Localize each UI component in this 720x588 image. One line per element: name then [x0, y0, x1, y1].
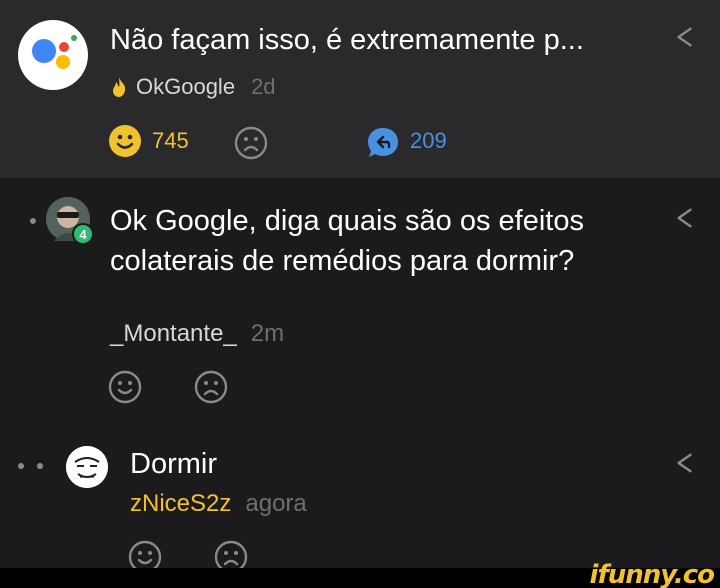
assistant-dot-green	[71, 35, 77, 41]
assistant-dot-yellow	[56, 55, 70, 69]
frown-icon[interactable]	[194, 370, 228, 404]
smile-icon[interactable]	[108, 124, 142, 158]
post-author[interactable]: OkGoogle	[136, 74, 235, 100]
thread-bullet	[37, 463, 43, 469]
avatar[interactable]: 4	[46, 197, 94, 245]
avatar[interactable]	[66, 446, 108, 488]
share-icon[interactable]	[674, 26, 696, 48]
post-time: 2d	[251, 74, 276, 99]
watermark: ifunny.co	[589, 560, 715, 588]
comment-time: agora	[245, 490, 307, 517]
post-title[interactable]: Não façam isso, é extremamente p...	[110, 24, 584, 57]
post-reactions: 745 209	[0, 124, 720, 162]
comment-time: 2m	[250, 320, 285, 347]
comment-text: Dormir	[130, 448, 217, 480]
flame-icon	[113, 77, 126, 97]
thread-bullet	[30, 218, 36, 224]
avatar-image	[66, 446, 108, 488]
reply-count: 209	[410, 128, 447, 153]
post-meta: OkGoogle 2d	[110, 74, 276, 100]
google-assistant-icon[interactable]	[18, 20, 88, 90]
comment-author[interactable]: zNiceS2z	[130, 490, 231, 517]
comment-text: Ok Google, diga quais são os efeitos col…	[110, 205, 584, 277]
smile-icon[interactable]	[108, 370, 142, 404]
reply-bubble-icon[interactable]	[366, 126, 400, 160]
assistant-dot-red	[59, 42, 69, 52]
frown-icon[interactable]	[234, 126, 268, 160]
like-count: 745	[152, 128, 189, 153]
share-icon[interactable]	[674, 452, 696, 474]
thread-bullet	[18, 463, 24, 469]
post-header: Não façam isso, é extremamente p... OkGo…	[0, 0, 720, 178]
comment-meta: zNiceS2z agora	[130, 490, 307, 518]
comment-meta: _Montante_ 2m	[110, 320, 284, 348]
level-badge: 4	[72, 223, 94, 245]
share-icon[interactable]	[674, 207, 696, 229]
comment-author[interactable]: _Montante_	[110, 320, 237, 347]
assistant-dot-blue	[32, 39, 56, 63]
